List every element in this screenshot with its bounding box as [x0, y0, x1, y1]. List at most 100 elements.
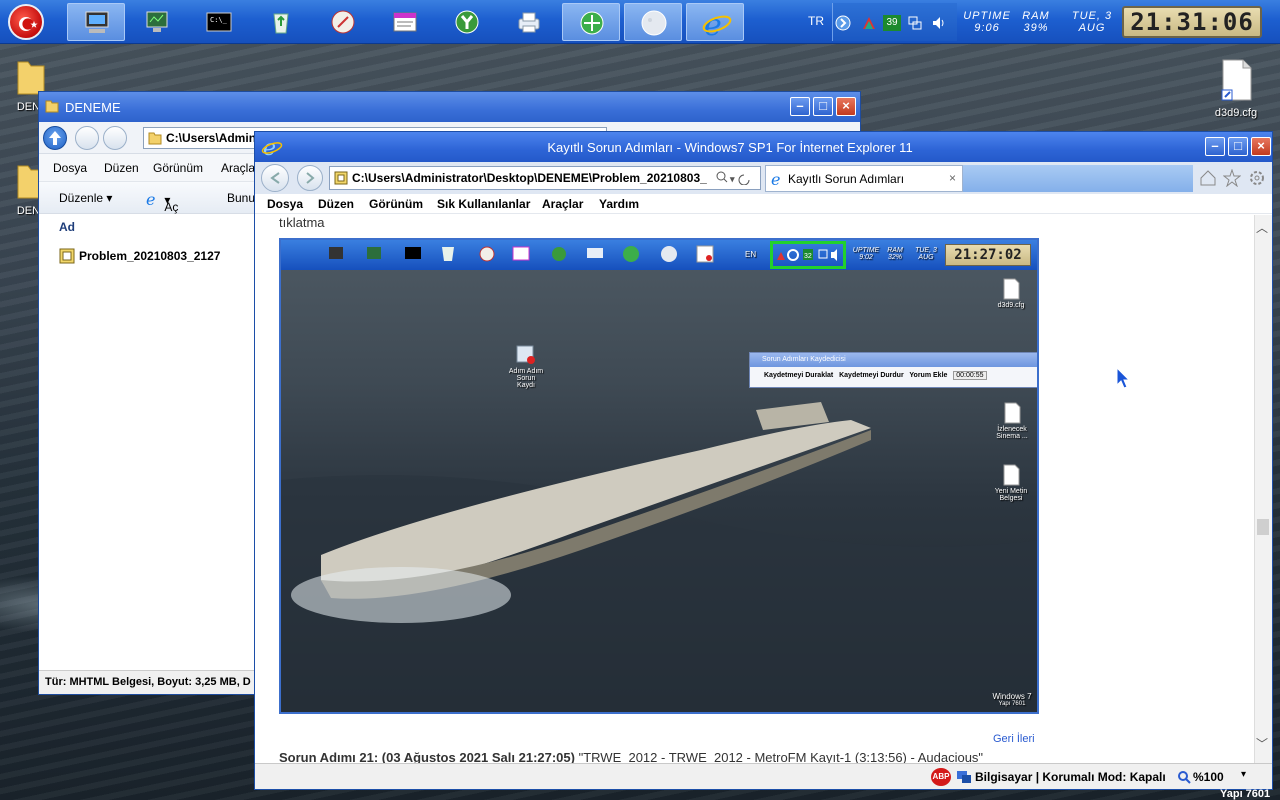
ie-titlebar[interactable]: e Kayıtlı Sorun Adımları - Windows7 SP1 … — [255, 132, 1272, 162]
menu-dosya[interactable]: Dosya — [53, 161, 87, 175]
menu-araclar[interactable]: Araçla — [221, 161, 255, 175]
file-name: Problem_20210803_2127 — [79, 249, 221, 263]
ie-menu-gorunum[interactable]: Görünüm — [369, 197, 423, 211]
zoom-level[interactable]: %100 — [1193, 770, 1224, 784]
taskbar-editor-button[interactable] — [376, 3, 434, 41]
psr-pause: Kaydetmeyi Duraklat — [764, 372, 834, 379]
ram-label: RAM — [1022, 10, 1050, 22]
svg-text:▾: ▾ — [729, 174, 735, 184]
ie-vertical-scrollbar[interactable]: ︿ ﹀ — [1254, 215, 1272, 763]
open-button[interactable]: e Aç ▾ — [145, 190, 178, 214]
taskbar-printer-button[interactable] — [500, 3, 558, 41]
taskbar-network-button[interactable] — [562, 3, 620, 41]
ie-menu-yardim[interactable]: Yardım — [599, 197, 639, 211]
psr-icon — [516, 345, 535, 364]
uptime-label: UPTIME — [963, 10, 1011, 22]
volume-icon[interactable] — [931, 15, 947, 31]
search-refresh-icons[interactable]: ▾ — [716, 171, 756, 185]
star-icon[interactable] — [1223, 169, 1241, 187]
adblock-icon[interactable]: ABP — [931, 768, 951, 786]
screenshot-date: TUE, 3 AUG — [915, 247, 937, 261]
scroll-down-icon[interactable]: ﹀ — [1256, 735, 1268, 752]
screenshot-clock: 21:27:02 — [945, 244, 1031, 266]
taskbar: C:\_ e TR 39 UPTIME 9:06 RAM 39% TUE, 3 — [0, 0, 1280, 44]
internet-explorer-icon: e — [771, 171, 780, 187]
ie-tab[interactable]: e Kayıtlı Sorun Adımları × — [765, 165, 963, 192]
nav-button-3[interactable] — [103, 126, 127, 150]
ram-indicator: RAM 39% — [1016, 10, 1056, 34]
taskbar-tool-button[interactable] — [438, 3, 496, 41]
triangle-app-icon[interactable] — [861, 15, 877, 31]
ie-maximize-button[interactable]: □ — [1228, 137, 1248, 156]
taskbar-monitor-button[interactable] — [128, 3, 186, 41]
expand-tray-icon[interactable] — [835, 15, 851, 31]
psr-comment: Yorum Ekle — [909, 372, 948, 379]
ie-menubar: Dosya Düzen Görünüm Sık Kullanılanlar Ar… — [255, 194, 1272, 214]
taskbar-ie-button[interactable]: e — [686, 3, 744, 41]
close-button[interactable]: × — [836, 97, 856, 116]
taskbar-cmd-button[interactable]: C:\_ — [190, 3, 248, 41]
gear-icon[interactable] — [1248, 169, 1266, 187]
screenshot-watermark-2: Yapı 7601 — [998, 701, 1026, 707]
home-icon[interactable] — [1199, 169, 1217, 187]
screenshot-desktop-icon-label: Adım Adım Sorun Kaydı — [508, 368, 544, 389]
maximize-button[interactable]: □ — [813, 97, 833, 116]
ie-back-button[interactable] — [261, 164, 289, 192]
system-tray: 39 — [832, 3, 957, 41]
ie-menu-araclar[interactable]: Araçlar — [542, 197, 583, 211]
nav-button-2[interactable] — [75, 126, 99, 150]
computer-icon — [85, 11, 109, 33]
zoom-dropdown-icon[interactable]: ▾ — [1241, 769, 1246, 780]
start-button[interactable] — [8, 4, 44, 40]
language-indicator[interactable]: TR — [808, 14, 824, 28]
mouse-cursor-icon — [1116, 367, 1130, 389]
ie-menu-dosya[interactable]: Dosya — [267, 197, 303, 211]
tray-badge[interactable]: 39 — [883, 15, 901, 31]
desktop-file-d3d9[interactable]: d3d9.cfg — [1206, 58, 1266, 119]
taskbar-compass-button[interactable] — [314, 3, 372, 41]
file-item[interactable]: Problem_20210803_2127 — [57, 247, 220, 265]
ie-title: Kayıtlı Sorun Adımları - Windows7 SP1 Fo… — [547, 140, 913, 155]
menu-gorunum[interactable]: Görünüm — [153, 161, 203, 175]
ie-address-bar[interactable]: C:\Users\Administrator\Desktop\DENEME\Pr… — [329, 166, 761, 190]
scroll-up-icon[interactable]: ︿ — [1256, 219, 1268, 236]
ie-tab-label: Kayıtlı Sorun Adımları — [788, 172, 905, 186]
ie-close-button[interactable]: × — [1251, 137, 1271, 156]
mhtml-file-icon — [59, 248, 75, 264]
column-header-name[interactable]: Ad — [45, 220, 245, 234]
arrow-up-icon — [49, 131, 61, 145]
ie-menu-duzen[interactable]: Düzen — [318, 197, 354, 211]
new-tab-area[interactable] — [963, 165, 1193, 192]
scroll-thumb[interactable] — [1257, 519, 1269, 535]
file-icon — [1004, 402, 1021, 424]
ie-address-text: C:\Users\Administrator\Desktop\DENEME\Pr… — [352, 171, 707, 185]
screenshot-watermark-1: Windows 7 — [992, 692, 1032, 701]
network-tray-icon[interactable] — [907, 15, 923, 31]
internet-explorer-icon: e — [702, 9, 732, 39]
minimize-button[interactable]: – — [790, 97, 810, 116]
tab-close-icon[interactable]: × — [949, 171, 956, 185]
ie-minimize-button[interactable]: – — [1205, 137, 1225, 156]
open-label: Aç — [164, 200, 179, 214]
taskbar-computer-button[interactable] — [67, 3, 125, 41]
screenshot-badge: 32 — [804, 253, 812, 260]
clock[interactable]: 21:31:06 — [1122, 6, 1262, 38]
taskbar-moon-button[interactable] — [624, 3, 682, 41]
back-button[interactable] — [43, 126, 67, 150]
moon-icon — [641, 10, 667, 36]
back-next-links[interactable]: Geri İleri — [993, 733, 1035, 745]
burn-button[interactable]: Bunu — [227, 191, 255, 205]
step-screenshot[interactable]: EN 32 UPTIME 9:02 RAM 32% TUE, 3 AUG 21:… — [279, 238, 1039, 714]
ie-menu-favorites[interactable]: Sık Kullanılanlar — [437, 197, 530, 211]
zoom-icon[interactable] — [1177, 770, 1191, 784]
arrow-left-icon — [270, 172, 280, 184]
taskbar-recycle-bin-button[interactable] — [252, 3, 310, 41]
organize-label: Düzenle — [59, 191, 104, 205]
organize-button[interactable]: Düzenle ▾ — [59, 191, 112, 205]
screenshot-ram: RAM 32% — [887, 247, 903, 261]
step-heading: Sorun Adımı 21: (03 Ağustos 2021 Salı 21… — [279, 750, 575, 763]
ie-forward-button[interactable] — [297, 165, 323, 191]
explorer-titlebar[interactable]: DENEME – □ × — [39, 92, 860, 122]
date-indicator: TUE, 3 AUG — [1064, 10, 1120, 34]
menu-duzen[interactable]: Düzen — [104, 161, 139, 175]
